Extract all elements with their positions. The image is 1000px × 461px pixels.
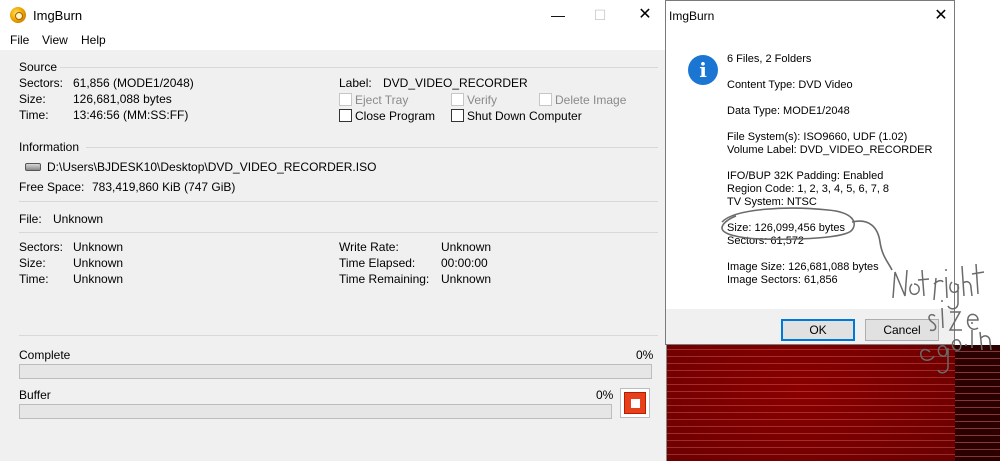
- imgburn-app-icon: [10, 7, 26, 23]
- shut-down-computer-checkbox[interactable]: [451, 109, 464, 122]
- dialog-line-sectors: Sectors: 61,572: [727, 235, 805, 247]
- hard-drive-icon: [25, 163, 41, 171]
- eject-tray-label: Eject Tray: [355, 93, 409, 107]
- info-size-label: Size:: [19, 256, 46, 270]
- close-program-checkbox[interactable]: [339, 109, 352, 122]
- info-icon: i: [688, 55, 718, 85]
- free-space-value: 783,419,860 KiB (747 GiB): [92, 180, 236, 194]
- write-rate-value: Unknown: [441, 240, 492, 254]
- dialog-line-file-systems: File System(s): ISO9660, UDF (1.02): [727, 131, 908, 143]
- source-size-value: 126,681,088 bytes: [73, 92, 172, 106]
- cancel-button[interactable]: Cancel: [865, 319, 939, 341]
- stop-button[interactable]: [620, 388, 650, 418]
- free-space-label: Free Space:: [19, 180, 85, 194]
- desktop-lower-strip: [955, 345, 1000, 461]
- dialog-line-region-code: Region Code: 1, 2, 3, 4, 5, 6, 7, 8: [727, 183, 890, 195]
- shut-down-computer-label: Shut Down Computer: [467, 109, 582, 123]
- eject-tray-checkbox[interactable]: [339, 93, 352, 106]
- dialog-close-button[interactable]: ✕: [930, 6, 952, 26]
- buffer-progress-bar: [19, 404, 612, 419]
- dialog-title: ImgBurn: [669, 9, 715, 23]
- destination-path: D:\Users\BJDESK10\Desktop\DVD_VIDEO_RECO…: [47, 160, 377, 174]
- dialog-line-content-type: Content Type: DVD Video: [727, 79, 853, 91]
- dialog-line-size: Size: 126,099,456 bytes: [727, 222, 846, 234]
- buffer-label: Buffer: [19, 388, 51, 402]
- progress-separator: [19, 335, 658, 336]
- source-sectors-label: Sectors:: [19, 76, 64, 90]
- source-label-label: Label:: [339, 76, 372, 90]
- dialog-line-tv-system: TV System: NTSC: [727, 196, 817, 208]
- complete-progress-bar: [19, 364, 652, 379]
- verify-label: Verify: [467, 93, 498, 107]
- dialog-line-image-size: Image Size: 126,681,088 bytes: [727, 261, 879, 273]
- information-separator-1: [19, 201, 658, 202]
- info-time-value: Unknown: [73, 272, 124, 286]
- complete-label: Complete: [19, 348, 71, 362]
- info-dialog: ImgBurn ✕ i 6 Files, 2 Folders Content T…: [665, 0, 955, 345]
- menu-bar: File View Help: [0, 30, 667, 50]
- information-separator-2: [19, 232, 658, 233]
- ok-button[interactable]: OK: [781, 319, 855, 341]
- dialog-line-volume-label: Volume Label: DVD_VIDEO_RECORDER: [727, 144, 933, 156]
- information-group-divider: [86, 147, 658, 148]
- info-sectors-label: Sectors:: [19, 240, 64, 254]
- dialog-line-padding: IFO/BUP 32K Padding: Enabled: [727, 170, 884, 182]
- dialog-button-bar: OK Cancel: [666, 309, 954, 344]
- information-heading: Information: [19, 140, 80, 154]
- menu-file[interactable]: File: [10, 33, 29, 47]
- time-elapsed-label: Time Elapsed:: [339, 256, 416, 270]
- dialog-line-files: 6 Files, 2 Folders: [727, 53, 812, 65]
- file-value: Unknown: [53, 212, 104, 226]
- dialog-line-image-sectors: Image Sectors: 61,856: [727, 274, 838, 286]
- minimize-button[interactable]: —: [543, 4, 573, 26]
- window-title: ImgBurn: [33, 8, 83, 23]
- source-size-label: Size:: [19, 92, 46, 106]
- write-rate-label: Write Rate:: [339, 240, 399, 254]
- time-remaining-label: Time Remaining:: [339, 272, 430, 286]
- close-program-label: Close Program: [355, 109, 436, 123]
- imgburn-main-window: ImgBurn — ☐ ✕ File View Help Source Sect…: [0, 0, 667, 461]
- maximize-button[interactable]: ☐: [585, 4, 615, 26]
- source-group-divider: [60, 67, 658, 68]
- time-elapsed-value: 00:00:00: [441, 256, 488, 270]
- info-time-label: Time:: [19, 272, 49, 286]
- verify-checkbox[interactable]: [451, 93, 464, 106]
- source-label-value: DVD_VIDEO_RECORDER: [383, 76, 528, 90]
- delete-image-label: Delete Image: [555, 93, 627, 107]
- menu-view[interactable]: View: [42, 33, 68, 47]
- info-sectors-value: Unknown: [73, 240, 124, 254]
- dialog-line-data-type: Data Type: MODE1/2048: [727, 105, 850, 117]
- complete-percent: 0%: [636, 348, 654, 362]
- delete-image-checkbox[interactable]: [539, 93, 552, 106]
- buffer-percent: 0%: [596, 388, 614, 402]
- source-time-label: Time:: [19, 108, 49, 122]
- menu-help[interactable]: Help: [81, 33, 106, 47]
- title-bar[interactable]: ImgBurn — ☐ ✕: [0, 0, 667, 30]
- time-remaining-value: Unknown: [441, 272, 492, 286]
- file-label: File:: [19, 212, 42, 226]
- info-size-value: Unknown: [73, 256, 124, 270]
- source-sectors-value: 61,856 (MODE1/2048): [73, 76, 194, 90]
- source-time-value: 13:46:56 (MM:SS:FF): [73, 108, 189, 122]
- source-heading: Source: [19, 60, 58, 74]
- stop-icon: [624, 392, 646, 414]
- close-button[interactable]: ✕: [630, 4, 660, 26]
